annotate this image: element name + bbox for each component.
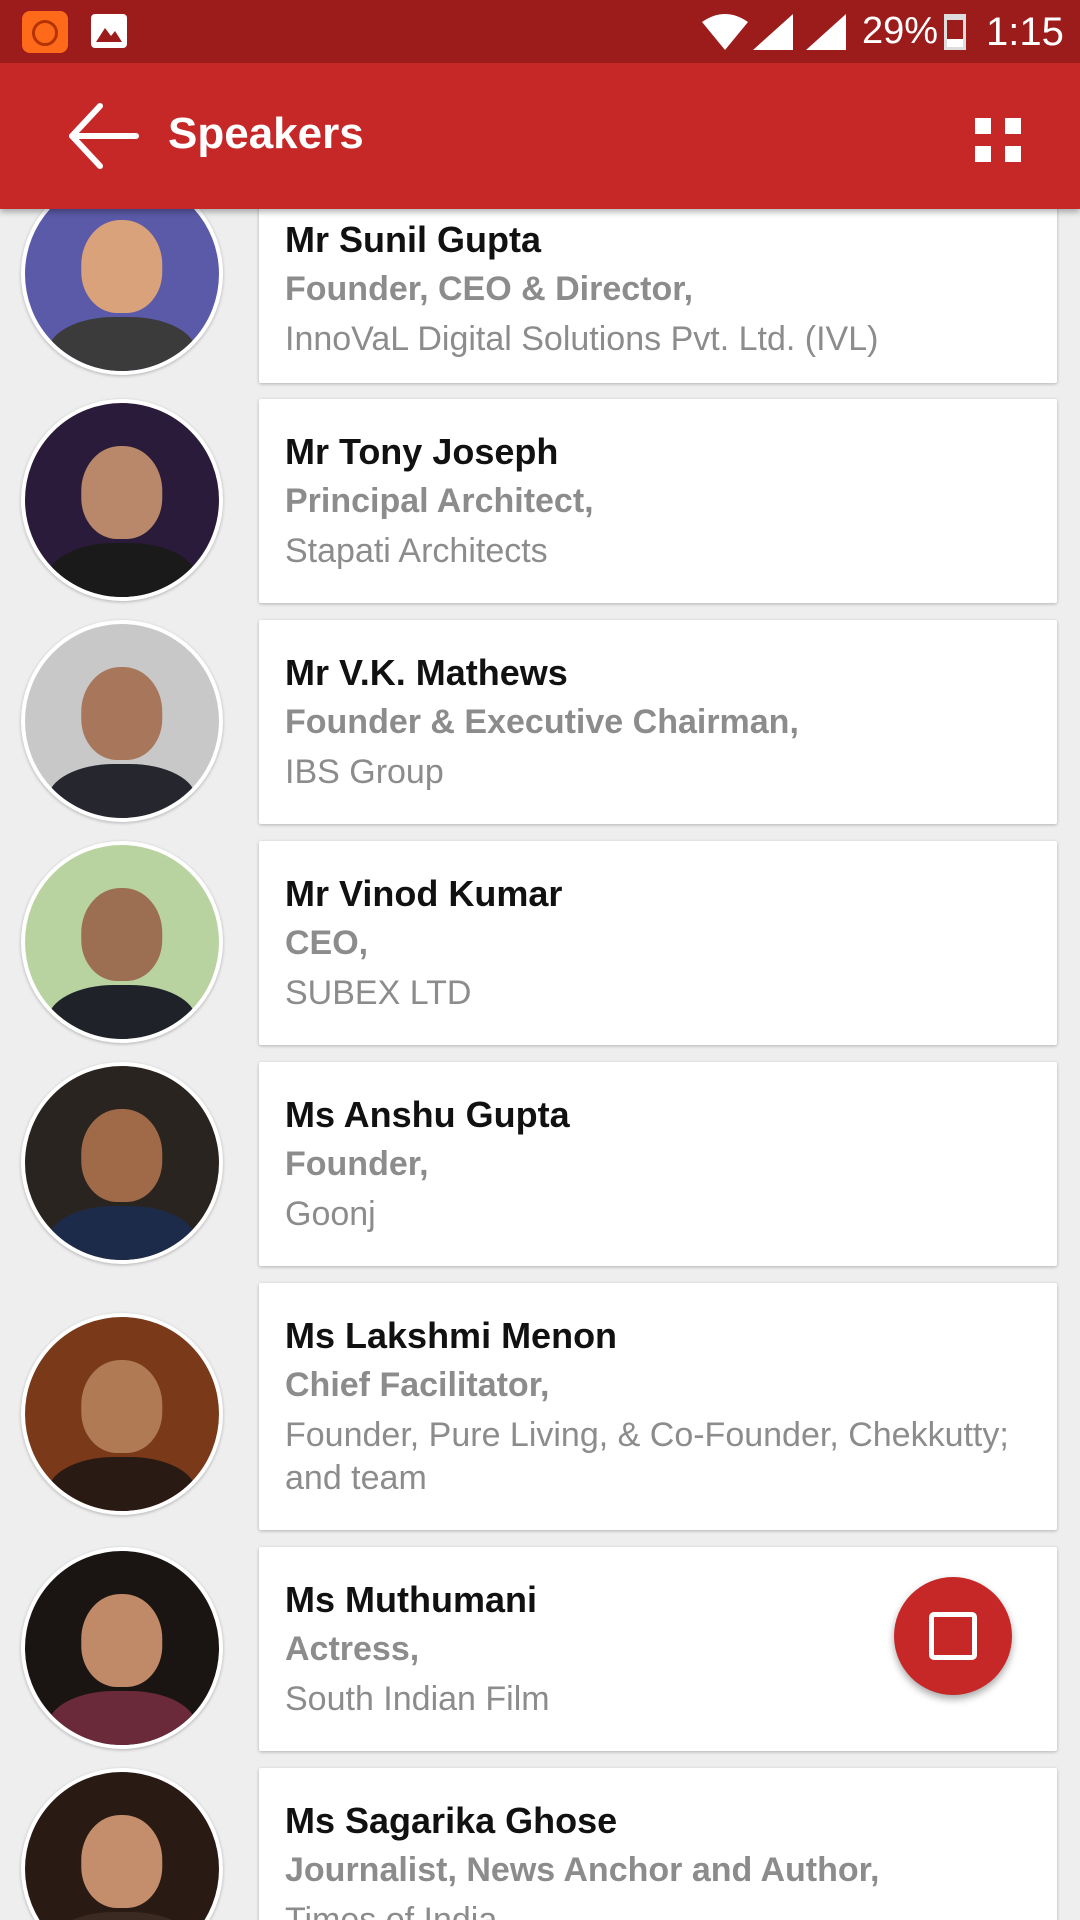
speaker-avatar bbox=[21, 841, 223, 1043]
speaker-role: Founder, bbox=[285, 1145, 429, 1183]
speaker-avatar bbox=[21, 1062, 223, 1264]
speaker-card[interactable]: Ms Sagarika Ghose Journalist, News Ancho… bbox=[259, 1768, 1057, 1920]
speaker-organization: Times of India bbox=[285, 1901, 498, 1920]
speaker-card[interactable]: Mr V.K. Mathews Founder & Executive Chai… bbox=[259, 620, 1057, 824]
status-bar: 29% 1:15 bbox=[0, 0, 1080, 63]
speaker-avatar bbox=[21, 209, 223, 375]
speaker-organization: South Indian Film bbox=[285, 1680, 550, 1718]
battery-icon bbox=[944, 14, 966, 50]
speaker-organization: IBS Group bbox=[285, 753, 444, 791]
speaker-card[interactable]: Mr Tony Joseph Principal Architect, Stap… bbox=[259, 399, 1057, 603]
speaker-role: CEO, bbox=[285, 924, 369, 962]
speaker-card[interactable]: Ms Anshu Gupta Founder, Goonj bbox=[259, 1062, 1057, 1266]
speaker-name: Ms Anshu Gupta bbox=[285, 1094, 570, 1135]
square-icon bbox=[929, 1612, 977, 1660]
speaker-name: Mr Vinod Kumar bbox=[285, 873, 563, 914]
page-title: Speakers bbox=[168, 109, 364, 158]
speaker-role: Founder & Executive Chairman, bbox=[285, 703, 799, 741]
signal-icon bbox=[806, 14, 846, 50]
speaker-name: Ms Sagarika Ghose bbox=[285, 1800, 618, 1841]
grid-view-button[interactable] bbox=[968, 111, 1028, 167]
speaker-role: Chief Facilitator, bbox=[285, 1366, 550, 1404]
speaker-name: Mr Tony Joseph bbox=[285, 431, 559, 472]
speaker-name: Mr Sunil Gupta bbox=[285, 219, 541, 260]
clock: 1:15 bbox=[986, 10, 1064, 54]
battery-percentage: 29% bbox=[862, 10, 939, 52]
speaker-role: Actress, bbox=[285, 1630, 420, 1668]
speaker-role: Principal Architect, bbox=[285, 482, 594, 520]
speaker-avatar bbox=[21, 1313, 223, 1515]
gallery-notification-icon bbox=[91, 14, 127, 48]
speaker-name: Ms Muthumani bbox=[285, 1579, 537, 1620]
speaker-organization: Stapati Architects bbox=[285, 532, 548, 570]
speaker-avatar bbox=[21, 1547, 223, 1749]
app-bar: Speakers bbox=[0, 63, 1080, 209]
speaker-organization: SUBEX LTD bbox=[285, 974, 472, 1012]
speaker-role: Founder, CEO & Director, bbox=[285, 270, 694, 308]
speaker-card[interactable]: Mr Vinod Kumar CEO, SUBEX LTD bbox=[259, 841, 1057, 1045]
speaker-card[interactable]: Ms Lakshmi Menon Chief Facilitator, Foun… bbox=[259, 1283, 1057, 1530]
signal-icon bbox=[753, 14, 793, 50]
speaker-name: Mr V.K. Mathews bbox=[285, 652, 568, 693]
speaker-avatar bbox=[21, 1768, 223, 1920]
wifi-icon bbox=[702, 14, 748, 50]
back-button[interactable] bbox=[66, 99, 142, 173]
floating-action-button[interactable] bbox=[894, 1577, 1012, 1695]
speaker-organization: InnoVaL Digital Solutions Pvt. Ltd. (IVL… bbox=[285, 320, 879, 358]
mi-app-icon bbox=[22, 11, 68, 53]
speaker-role: Journalist, News Anchor and Author, bbox=[285, 1851, 880, 1889]
speaker-avatar bbox=[21, 399, 223, 601]
arrow-left-icon bbox=[69, 103, 139, 169]
speaker-name: Ms Lakshmi Menon bbox=[285, 1315, 618, 1356]
speaker-avatar bbox=[21, 620, 223, 822]
speaker-organization: Goonj bbox=[285, 1195, 376, 1233]
speaker-organization: Founder, Pure Living, & Co-Founder, Chek… bbox=[285, 1416, 1009, 1497]
speaker-card[interactable]: Mr Sunil Gupta Founder, CEO & Director, … bbox=[259, 209, 1057, 383]
